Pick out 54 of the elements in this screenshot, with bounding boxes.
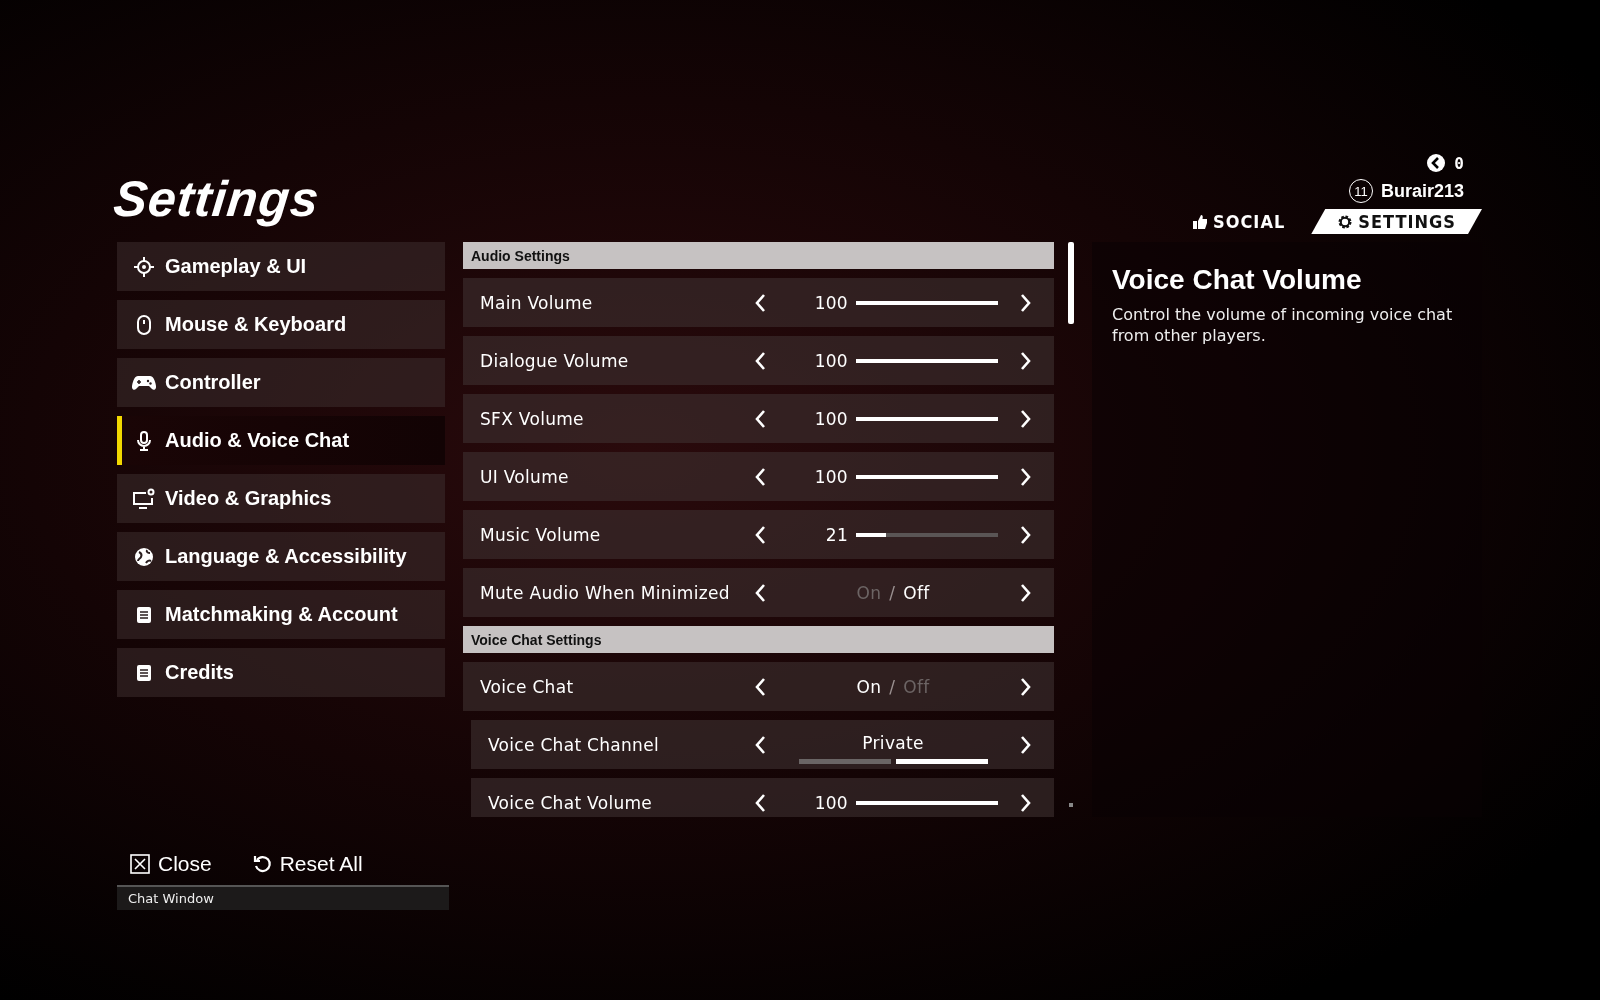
currency-icon [1426, 153, 1447, 173]
section-header: Voice Chat Settings [463, 626, 1054, 653]
setting-label: SFX Volume [480, 408, 585, 429]
gamepad-icon [132, 373, 156, 392]
sidebar-item[interactable]: Gameplay & UI [117, 242, 445, 291]
scrollbar-thumb[interactable] [1068, 242, 1074, 324]
setting-value: 21 [824, 524, 848, 545]
close-button[interactable]: Close [130, 852, 212, 876]
list-icon [134, 662, 154, 683]
setting-value: 100 [813, 292, 848, 313]
nav-tab[interactable]: SETTINGS [1311, 209, 1482, 234]
thumbs-up-icon [1192, 213, 1209, 230]
setting-label: UI Volume [480, 466, 570, 487]
slider-track[interactable] [856, 532, 998, 537]
section-header: Audio Settings [463, 242, 1054, 269]
setting-label: Mute Audio When Minimized [480, 582, 731, 603]
close-icon [130, 854, 150, 874]
setting-label: Voice Chat [480, 676, 575, 697]
crosshair-icon [133, 255, 155, 278]
nav-tab[interactable]: SOCIAL [1180, 209, 1308, 234]
setting-value: 100 [813, 408, 848, 429]
gear-icon [1337, 213, 1354, 230]
chat-window-bar[interactable]: Chat Window [117, 885, 449, 910]
separator: / [889, 582, 896, 603]
toggle-option[interactable]: On [856, 676, 882, 697]
sidebar-item[interactable]: Video & Graphics [117, 474, 445, 523]
setting-value: 100 [813, 792, 848, 813]
setting-value: Private [862, 733, 924, 753]
globe-icon [133, 545, 155, 568]
sidebar-item[interactable]: Controller [117, 358, 445, 407]
selection-indicator [117, 416, 122, 465]
setting-value: 100 [813, 466, 848, 487]
sidebar-item[interactable]: Mouse & Keyboard [117, 300, 445, 349]
setting-label: Voice Chat Channel [488, 734, 660, 755]
scrollbar-end [1069, 803, 1073, 807]
sidebar-item[interactable]: Audio & Voice Chat [117, 416, 445, 465]
setting-label: Music Volume [480, 524, 602, 545]
sidebar-item[interactable]: Credits [117, 648, 445, 697]
reset-button[interactable]: Reset All [251, 852, 363, 876]
setting-label: Voice Chat Volume [488, 792, 654, 813]
setting-value: 100 [813, 350, 848, 371]
reset-icon [251, 854, 272, 874]
currency-amount: 0 [1454, 153, 1464, 173]
setting-label: Dialogue Volume [480, 350, 630, 371]
description-text: Control the volume of incoming voice chat from other players. [1112, 304, 1454, 346]
separator: / [889, 676, 896, 697]
toggle-option[interactable]: Off [903, 582, 930, 603]
description-title: Voice Chat Volume [1112, 264, 1363, 296]
sidebar-item[interactable]: Language & Accessibility [117, 532, 445, 581]
setting-label: Main Volume [480, 292, 594, 313]
monitor-gear-icon [132, 487, 156, 510]
username: Burair213 [1380, 180, 1464, 202]
sidebar-item[interactable]: Matchmaking & Account [117, 590, 445, 639]
list-icon [134, 604, 154, 625]
